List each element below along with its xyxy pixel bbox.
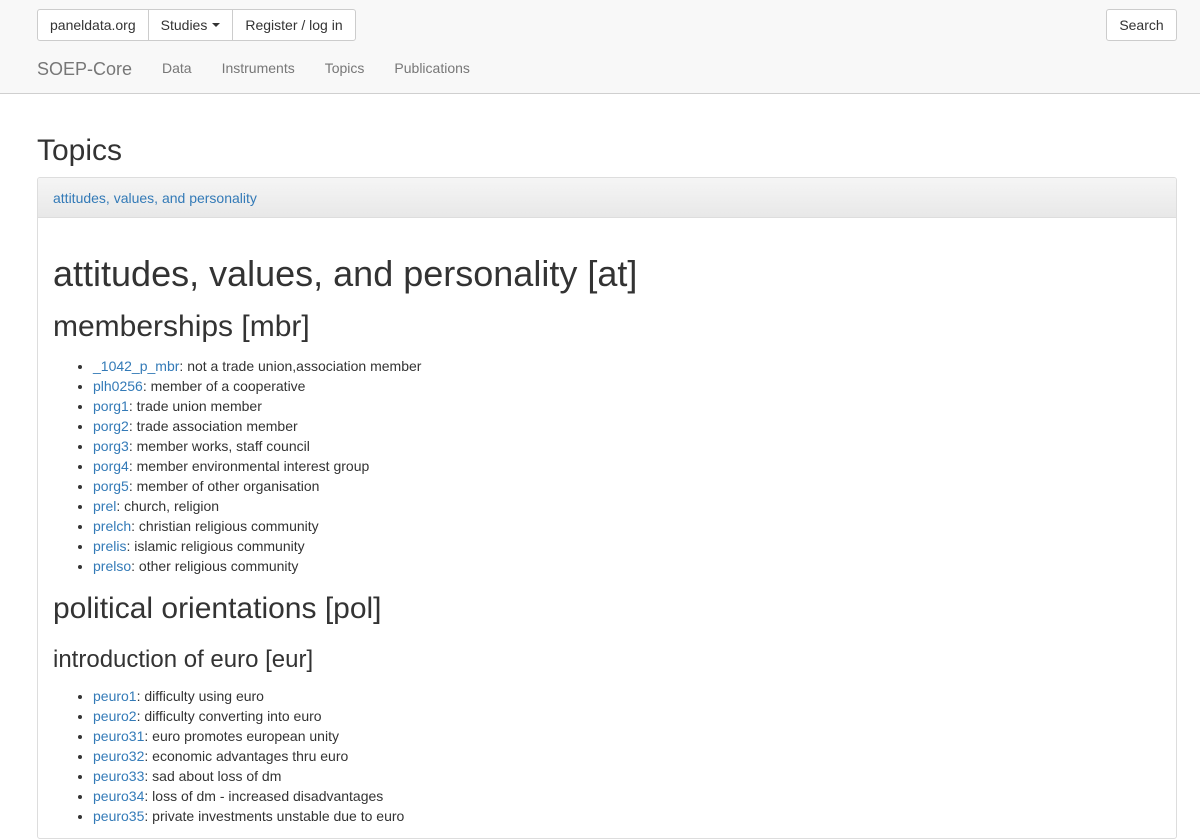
nav-link-publications[interactable]: Publications (394, 59, 470, 77)
subtopic-heading-memberships: memberships [mbr] (53, 310, 310, 343)
page-title: Topics (37, 134, 123, 167)
variable-link[interactable]: peuro2 (93, 708, 137, 724)
register-login-button[interactable]: Register / log in (232, 9, 356, 41)
nav-link-instruments[interactable]: Instruments (222, 59, 295, 77)
subtopic-heading-political: political orientations [pol] (53, 592, 382, 625)
variable-label: not a trade union,association member (187, 358, 422, 374)
variable-label: sad about loss of dm (152, 768, 282, 784)
variable-link[interactable]: prelch (93, 518, 131, 534)
variable-label: islamic religious community (134, 538, 305, 554)
variable-label: member of other organisation (136, 478, 320, 494)
top-navbar: paneldata.org Studies Register / log in … (0, 0, 1200, 94)
list-item: prel: church, religion (93, 496, 1161, 516)
variable-link[interactable]: porg2 (93, 418, 129, 434)
list-item: porg4: member environmental interest gro… (93, 456, 1161, 476)
variable-link[interactable]: peuro31 (93, 728, 144, 744)
site-button-group: paneldata.org Studies Register / log in (37, 9, 356, 41)
variable-link[interactable]: peuro33 (93, 768, 144, 784)
list-item: peuro34: loss of dm - increased disadvan… (93, 786, 1161, 806)
list-item: porg1: trade union member (93, 396, 1161, 416)
list-item: peuro2: difficulty converting into euro (93, 706, 1161, 726)
variable-label: economic advantages thru euro (152, 748, 349, 764)
variable-label: member of a cooperative (150, 378, 306, 394)
variable-link[interactable]: peuro34 (93, 788, 144, 804)
variable-link[interactable]: porg4 (93, 458, 129, 474)
list-item: prelis: islamic religious community (93, 536, 1161, 556)
variable-link[interactable]: peuro1 (93, 688, 137, 704)
search-button[interactable]: Search (1106, 9, 1177, 41)
list-item: peuro31: euro promotes european unity (93, 726, 1161, 746)
main-content: Topics attitudes, values, and personalit… (37, 120, 1177, 839)
list-item: peuro35: private investments unstable du… (93, 806, 1161, 826)
studies-label: Studies (160, 17, 208, 33)
variable-link[interactable]: porg1 (93, 398, 129, 414)
nav-link-data[interactable]: Data (162, 59, 192, 77)
breadcrumb-link[interactable]: attitudes, values, and personality (53, 190, 257, 206)
topic-heading: attitudes, values, and personality [at] (53, 253, 638, 294)
variable-link[interactable]: peuro32 (93, 748, 144, 764)
studies-dropdown-button[interactable]: Studies (147, 9, 234, 41)
list-item: peuro33: sad about loss of dm (93, 766, 1161, 786)
variable-link[interactable]: prelso (93, 558, 131, 574)
topic-panel: attitudes, values, and personality attit… (37, 177, 1177, 839)
variable-link[interactable]: plh0256 (93, 378, 143, 394)
variable-label: trade union member (136, 398, 262, 414)
subsection-heading-euro: introduction of euro [eur] (53, 646, 314, 673)
caret-down-icon (212, 23, 221, 27)
variable-label: difficulty using euro (144, 688, 264, 704)
brand-soep-core[interactable]: SOEP-Core (37, 58, 132, 80)
variable-link[interactable]: porg3 (93, 438, 129, 454)
variable-list-memberships: _1042_p_mbr: not a trade union,associati… (53, 356, 1161, 576)
variable-label: member works, staff council (136, 438, 310, 454)
variable-label: other religious community (138, 558, 299, 574)
list-item: porg2: trade association member (93, 416, 1161, 436)
variable-link[interactable]: prel (93, 498, 116, 514)
nav-link-topics[interactable]: Topics (325, 59, 365, 77)
list-item: plh0256: member of a cooperative (93, 376, 1161, 396)
paneldata-home-button[interactable]: paneldata.org (37, 9, 149, 41)
list-item: porg3: member works, staff council (93, 436, 1161, 456)
variable-list-euro: peuro1: difficulty using europeuro2: dif… (53, 686, 1161, 826)
list-item: _1042_p_mbr: not a trade union,associati… (93, 356, 1161, 376)
list-item: peuro32: economic advantages thru euro (93, 746, 1161, 766)
variable-label: euro promotes european unity (152, 728, 339, 744)
breadcrumb: attitudes, values, and personality (38, 178, 1176, 218)
variable-label: church, religion (124, 498, 220, 514)
variable-label: trade association member (136, 418, 298, 434)
variable-label: difficulty converting into euro (144, 708, 322, 724)
variable-link[interactable]: porg5 (93, 478, 129, 494)
topic-body: attitudes, values, and personality [at] … (38, 254, 1176, 826)
variable-link[interactable]: prelis (93, 538, 126, 554)
variable-label: loss of dm - increased disadvantages (152, 788, 384, 804)
variable-label: member environmental interest group (136, 458, 370, 474)
main-nav: Data Instruments Topics Publications (162, 59, 470, 77)
variable-label: christian religious community (138, 518, 319, 534)
variable-label: private investments unstable due to euro (152, 808, 405, 824)
variable-link[interactable]: _1042_p_mbr (93, 358, 179, 374)
list-item: porg5: member of other organisation (93, 476, 1161, 496)
list-item: prelch: christian religious community (93, 516, 1161, 536)
variable-link[interactable]: peuro35 (93, 808, 144, 824)
list-item: peuro1: difficulty using euro (93, 686, 1161, 706)
list-item: prelso: other religious community (93, 556, 1161, 576)
